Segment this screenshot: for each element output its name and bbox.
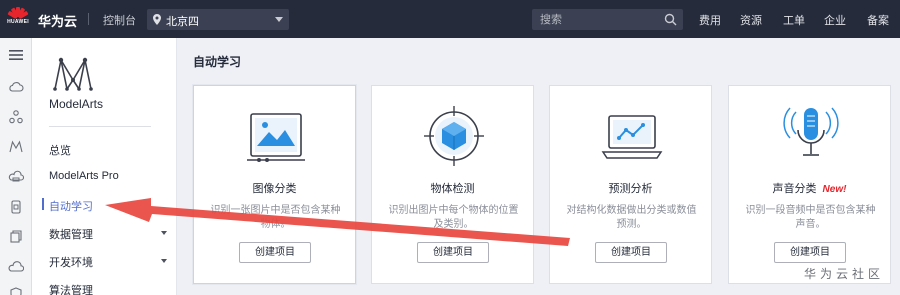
header-divider [88,13,89,25]
brand-name[interactable]: 华为云 [38,11,77,30]
chevron-down-icon [275,17,283,22]
region-label: 北京四 [166,16,199,28]
service-icon-rail [0,38,32,295]
nav-billing[interactable]: 费用 [699,12,721,28]
menu-item-dev-environment[interactable]: 开发环境 [49,254,93,270]
card-sound-classification[interactable]: 声音分类 New! 识别一段音频中是否包含某种声音。 创建项目 [728,85,891,284]
new-badge: New! [822,184,847,195]
menu-item-modelarts-pro[interactable]: ModelArts Pro [49,170,119,182]
nav-tickets[interactable]: 工单 [783,12,805,28]
menu-item-algorithm-management[interactable]: 算法管理 [49,282,93,295]
nav-icp-filing[interactable]: 备案 [867,12,889,28]
card-predictive-analysis[interactable]: 预测分析 对结构化数据做出分类或数值预测。 创建项目 [549,85,712,284]
create-project-button[interactable]: 创建项目 [239,242,311,263]
modelarts-side-menu: ModelArts 总览 ModelArts Pro 自动学习 数据管理 开发环… [32,38,177,295]
card-description: 对结构化数据做出分类或数值预测。 [566,205,697,230]
search-box [532,9,683,30]
chevron-down-icon[interactable] [161,259,167,263]
card-image-classification[interactable]: 图像分类 识别一张图片中是否包含某种物体。 创建项目 [193,85,356,284]
active-indicator [42,198,44,210]
card-description: 识别一张图片中是否包含某种物体。 [210,205,341,230]
card-title: 声音分类 New! [729,180,890,196]
menu-item-data-management[interactable]: 数据管理 [49,226,93,242]
location-pin-icon [153,14,161,25]
container-icon[interactable] [8,229,24,245]
create-project-button[interactable]: 创建项目 [595,242,667,263]
card-title-text: 声音分类 [772,183,817,195]
nav-resources[interactable]: 资源 [740,12,762,28]
brand-caption: HUAWEI [7,19,29,25]
modelarts-logo-icon [53,57,93,91]
card-object-detection[interactable]: 物体检测 识别出图片中每个物体的位置及类别。 创建项目 [371,85,534,284]
object-detection-icon [424,106,484,166]
product-name: ModelArts [49,97,104,111]
sound-classification-icon [783,107,839,156]
watermark-text: 华为云社区 [804,267,885,281]
hamburger-menu-icon[interactable] [8,47,24,63]
search-input[interactable] [532,9,662,30]
card-title: 图像分类 [252,183,297,195]
modelarts-service-icon[interactable] [8,139,24,155]
chevron-down-icon[interactable] [161,231,167,235]
nav-enterprise[interactable]: 企业 [824,12,846,28]
network-icon[interactable] [8,109,24,125]
menu-divider [49,126,151,127]
top-bar: HUAWEI 华为云 控制台 北京四 费用 资源 工单 企业 备案 [0,0,900,38]
storage-icon[interactable] [8,169,24,185]
page-title: 自动学习 [193,55,242,69]
image-classification-icon [247,113,305,162]
cloud-server-icon[interactable] [8,79,24,95]
create-project-button[interactable]: 创建项目 [774,242,846,263]
cdn-icon[interactable] [8,259,24,275]
console-link[interactable]: 控制台 [103,12,136,28]
card-title: 物体检测 [430,183,475,195]
search-icon[interactable] [664,13,677,26]
database-icon[interactable] [8,199,24,215]
create-project-button[interactable]: 创建项目 [417,242,489,263]
menu-item-overview[interactable]: 总览 [49,142,71,158]
predictive-analysis-icon [601,115,663,159]
card-title: 预测分析 [608,183,653,195]
region-selector[interactable]: 北京四 [147,9,289,30]
menu-item-auto-learning[interactable]: 自动学习 [49,198,93,214]
card-description: 识别出图片中每个物体的位置及类别。 [388,205,519,230]
card-description: 识别一段音频中是否包含某种声音。 [745,205,876,230]
security-icon[interactable] [8,286,24,295]
